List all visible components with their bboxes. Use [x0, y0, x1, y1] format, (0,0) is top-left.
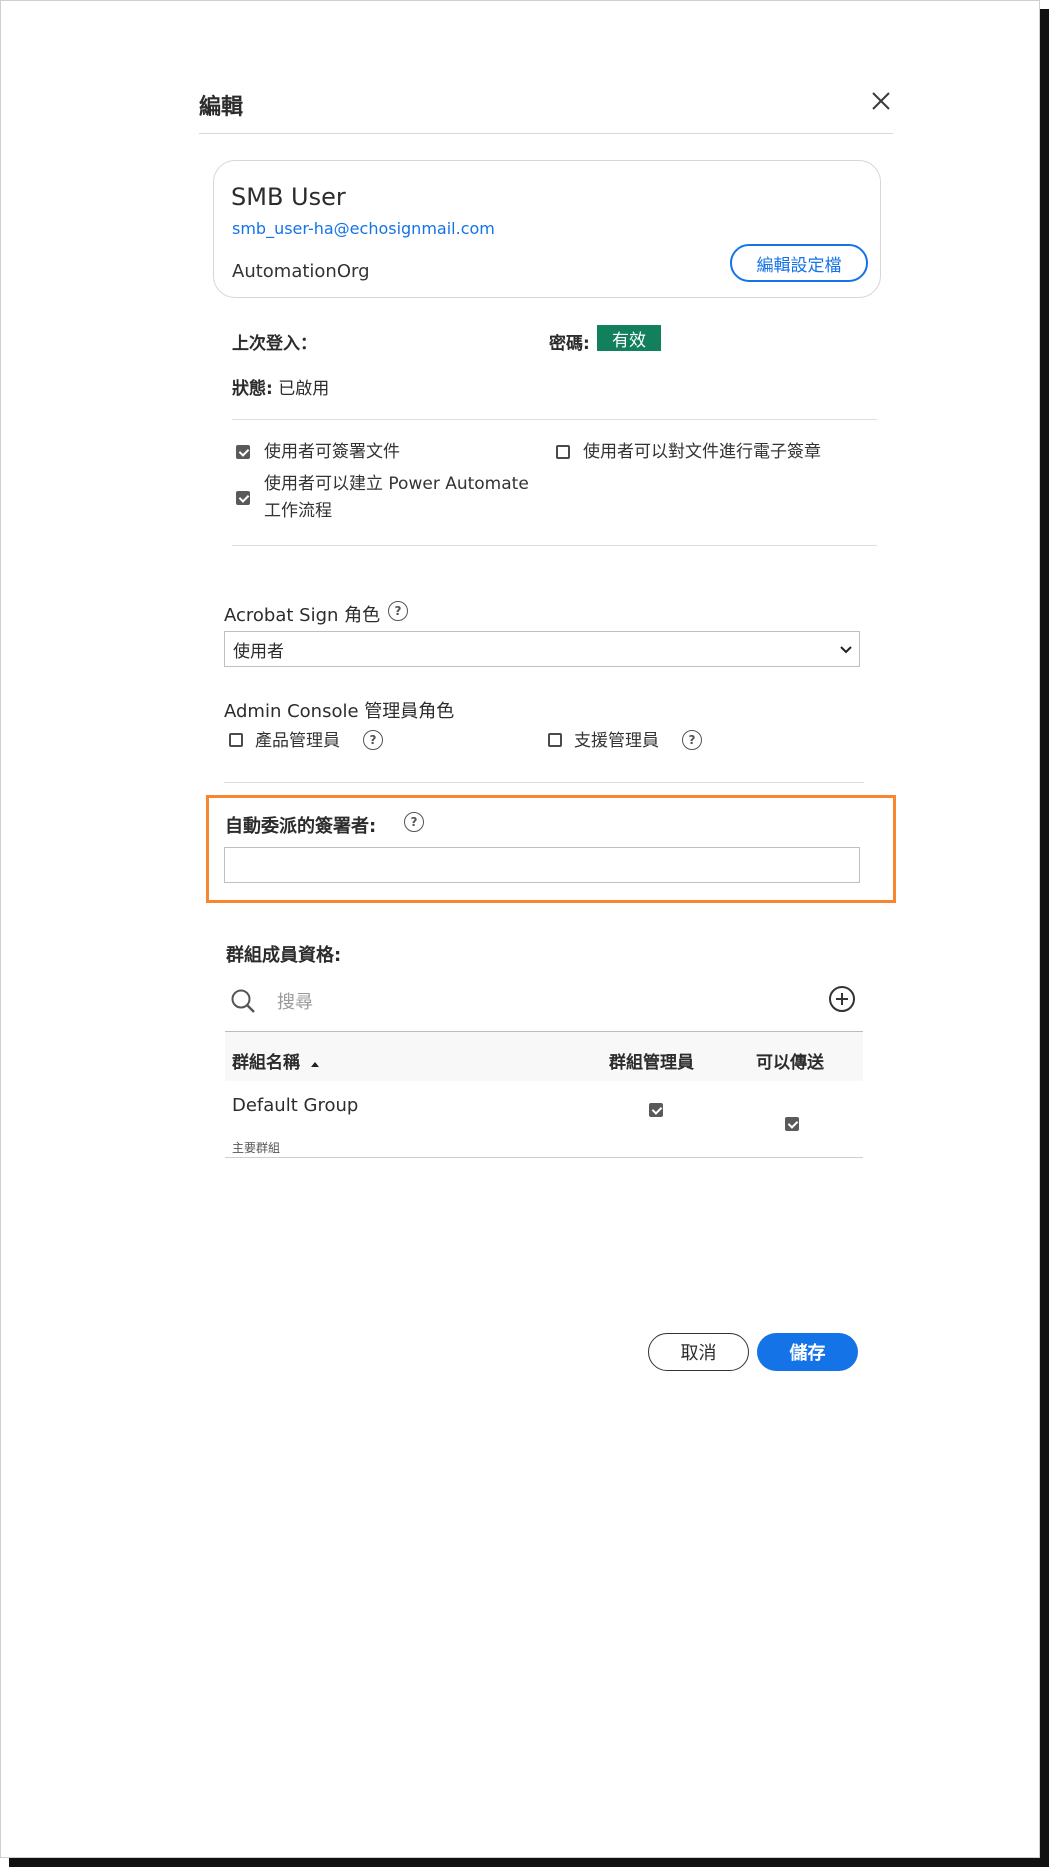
auto-delegate-help-icon[interactable]: ? — [404, 812, 424, 832]
can-create-flow-label-line2: 工作流程 — [264, 501, 332, 521]
close-button[interactable] — [869, 89, 893, 113]
product-admin-label: 產品管理員 — [255, 731, 340, 751]
auto-delegate-input[interactable] — [224, 847, 860, 883]
divider — [224, 782, 864, 783]
can-create-flow-label-line1: 使用者可以建立 Power Automate — [264, 474, 529, 494]
col-group-name-label: 群組名稱 — [232, 1053, 300, 1073]
last-login-label: 上次登入： — [232, 334, 317, 354]
col-group-name[interactable]: 群組名稱 — [232, 1048, 320, 1073]
col-group-admin: 群組管理員 — [609, 1053, 694, 1073]
sort-ascending-icon — [310, 1062, 319, 1067]
password-status-badge: 有效 — [597, 325, 661, 351]
group-membership-label: 群組成員資格: — [226, 945, 342, 966]
support-admin-help-icon[interactable]: ? — [682, 730, 702, 750]
page-frame: 編輯 SMB User smb_user-ha@echosignmail.com… — [0, 0, 1040, 1858]
auto-delegate-label: 自動委派的簽署者: — [225, 816, 377, 837]
dialog-title: 編輯 — [199, 95, 244, 120]
product-admin-checkbox[interactable] — [229, 733, 243, 747]
sign-role-selected: 使用者 — [233, 641, 284, 662]
table-row: Default Group 主要群組 — [225, 1081, 863, 1157]
group-name-cell: Default Group — [232, 1095, 359, 1116]
sign-role-label: Acrobat Sign 角色 — [224, 605, 381, 626]
close-icon — [872, 92, 890, 110]
header-divider — [199, 133, 893, 134]
edit-profile-button[interactable]: 編輯設定檔 — [730, 244, 868, 282]
product-admin-help-icon[interactable]: ? — [363, 730, 383, 750]
can-sign-checkbox[interactable] — [236, 445, 250, 459]
sign-role-help-icon[interactable]: ? — [388, 601, 408, 621]
group-admin-checkbox[interactable] — [649, 1103, 663, 1117]
sign-role-select[interactable]: 使用者 — [224, 631, 860, 667]
can-sign-label: 使用者可簽署文件 — [264, 442, 400, 462]
save-button[interactable]: 儲存 — [757, 1333, 858, 1371]
col-can-send: 可以傳送 — [756, 1053, 824, 1073]
user-email-link[interactable]: smb_user-ha@echosignmail.com — [232, 219, 495, 238]
can-send-checkbox[interactable] — [785, 1117, 799, 1131]
support-admin-checkbox[interactable] — [548, 733, 562, 747]
can-create-flow-label: 使用者可以建立 Power Automate 工作流程 — [264, 471, 529, 525]
search-icon — [231, 989, 255, 1013]
add-group-icon[interactable] — [828, 985, 856, 1013]
support-admin-label: 支援管理員 — [574, 731, 659, 751]
chevron-down-icon — [840, 646, 852, 654]
can-create-flow-checkbox[interactable] — [236, 491, 250, 505]
status-value: 已啟用 — [278, 379, 330, 399]
table-row-divider — [225, 1157, 863, 1158]
group-sub-label: 主要群組 — [232, 1141, 281, 1155]
status-row: 狀態: 已啟用 — [232, 374, 329, 399]
user-org: AutomationOrg — [232, 261, 370, 282]
status-label: 狀態: — [232, 379, 273, 399]
admin-console-label: Admin Console 管理員角色 — [224, 701, 455, 722]
group-search-input[interactable] — [277, 987, 677, 1017]
user-name: SMB User — [231, 183, 346, 211]
cancel-button[interactable]: 取消 — [648, 1333, 749, 1371]
can-esign-label: 使用者可以對文件進行電子簽章 — [583, 442, 821, 462]
divider — [232, 419, 877, 420]
password-label: 密碼: — [549, 334, 590, 354]
divider — [232, 545, 877, 546]
can-esign-checkbox[interactable] — [556, 445, 570, 459]
